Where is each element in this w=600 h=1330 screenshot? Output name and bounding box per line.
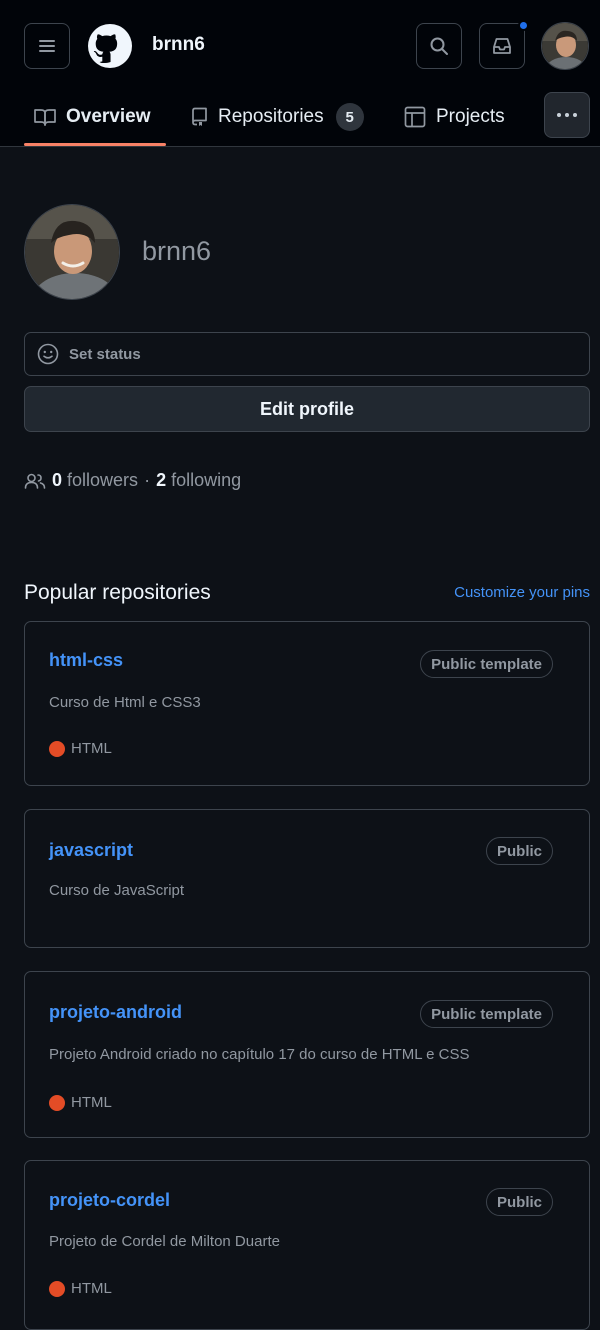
language-color-dot-icon [49,1280,65,1297]
followers-row: 0 followers · 2 following [24,470,241,491]
repo-card: projeto-android Public template Projeto … [24,971,590,1138]
repo-name-link[interactable]: html-css [49,650,123,671]
edit-profile-button[interactable]: Edit profile [24,386,590,432]
following-link[interactable]: 2 following [156,470,241,491]
tab-repositories[interactable]: Repositories 5 [190,88,364,146]
set-status-label: Set status [69,345,141,363]
menu-button[interactable] [24,23,70,69]
repo-description: Projeto de Cordel de Milton Duarte [49,1233,280,1250]
notification-indicator [518,20,529,31]
kebab-dot-icon [557,113,561,117]
tab-overview[interactable]: Overview [34,88,151,146]
repo-language: HTML [49,1280,112,1297]
inbox-button[interactable] [479,20,529,69]
repo-language-label: HTML [71,1280,112,1297]
visibility-badge: Public template [420,1000,553,1028]
kebab-dot-icon [565,113,569,117]
repo-card: html-css Public template Curso de Html e… [24,621,590,786]
people-icon [24,473,46,489]
followers-count: 0 [52,470,63,490]
following-count: 2 [156,470,167,490]
repo-description: Curso de JavaScript [49,882,185,899]
language-color-dot-icon [49,740,65,757]
tab-repositories-label: Repositories [218,106,324,127]
search-button[interactable] [416,23,462,69]
header-username[interactable]: brnn6 [152,34,205,56]
tab-projects[interactable]: Projects [404,88,505,146]
kebab-dot-icon [573,113,577,117]
avatar[interactable] [541,22,589,70]
follow-separator: · [144,470,151,490]
inbox-icon [493,38,511,54]
repo-description: Curso de Html e CSS3 [49,694,201,711]
repo-language: HTML [49,740,112,757]
repo-description: Projeto Android criado no capítulo 17 do… [49,1046,470,1063]
profile-tabs: Overview Repositories 5 Projects [0,88,600,146]
top-header: brnn6 Overview Repositories 5 Projects [0,0,600,147]
table-icon [404,106,426,128]
tab-selected-indicator [24,143,166,146]
book-icon [34,109,56,126]
repo-name-link[interactable]: projeto-android [49,1002,182,1023]
github-logo-icon[interactable] [88,24,132,68]
repo-icon [192,107,207,126]
search-icon [430,37,448,55]
smiley-icon [37,343,59,365]
following-label: following [171,470,242,490]
repo-name-link[interactable]: javascript [49,840,133,861]
user-avatar-image [542,23,588,69]
tab-overview-label: Overview [66,106,151,127]
visibility-badge: Public [485,1188,553,1216]
repo-language: HTML [49,1094,112,1111]
repo-language-label: HTML [71,1094,112,1111]
profile-avatar-image [25,205,119,299]
visibility-badge: Public template [420,650,553,678]
language-color-dot-icon [49,1094,65,1111]
followers-link[interactable]: 0 followers [52,470,138,491]
profile-username: brnn6 [142,236,212,266]
tab-projects-label: Projects [436,106,505,127]
repo-language-label: HTML [71,740,112,757]
repo-card: javascript Public Curso de JavaScript [24,809,590,948]
set-status-button[interactable]: Set status [24,332,590,376]
repo-name-link[interactable]: projeto-cordel [49,1190,170,1211]
repo-card: projeto-cordel Public Projeto de Cordel … [24,1160,590,1330]
followers-label: followers [67,470,139,490]
repositories-count-badge: 5 [335,103,364,131]
hamburger-icon [39,40,55,52]
popular-repositories-title: Popular repositories [24,581,211,604]
customize-pins-link[interactable]: Customize your pins [454,584,590,601]
visibility-badge: Public [485,837,553,865]
profile-avatar[interactable] [24,204,120,300]
more-tabs-button[interactable] [544,92,590,138]
